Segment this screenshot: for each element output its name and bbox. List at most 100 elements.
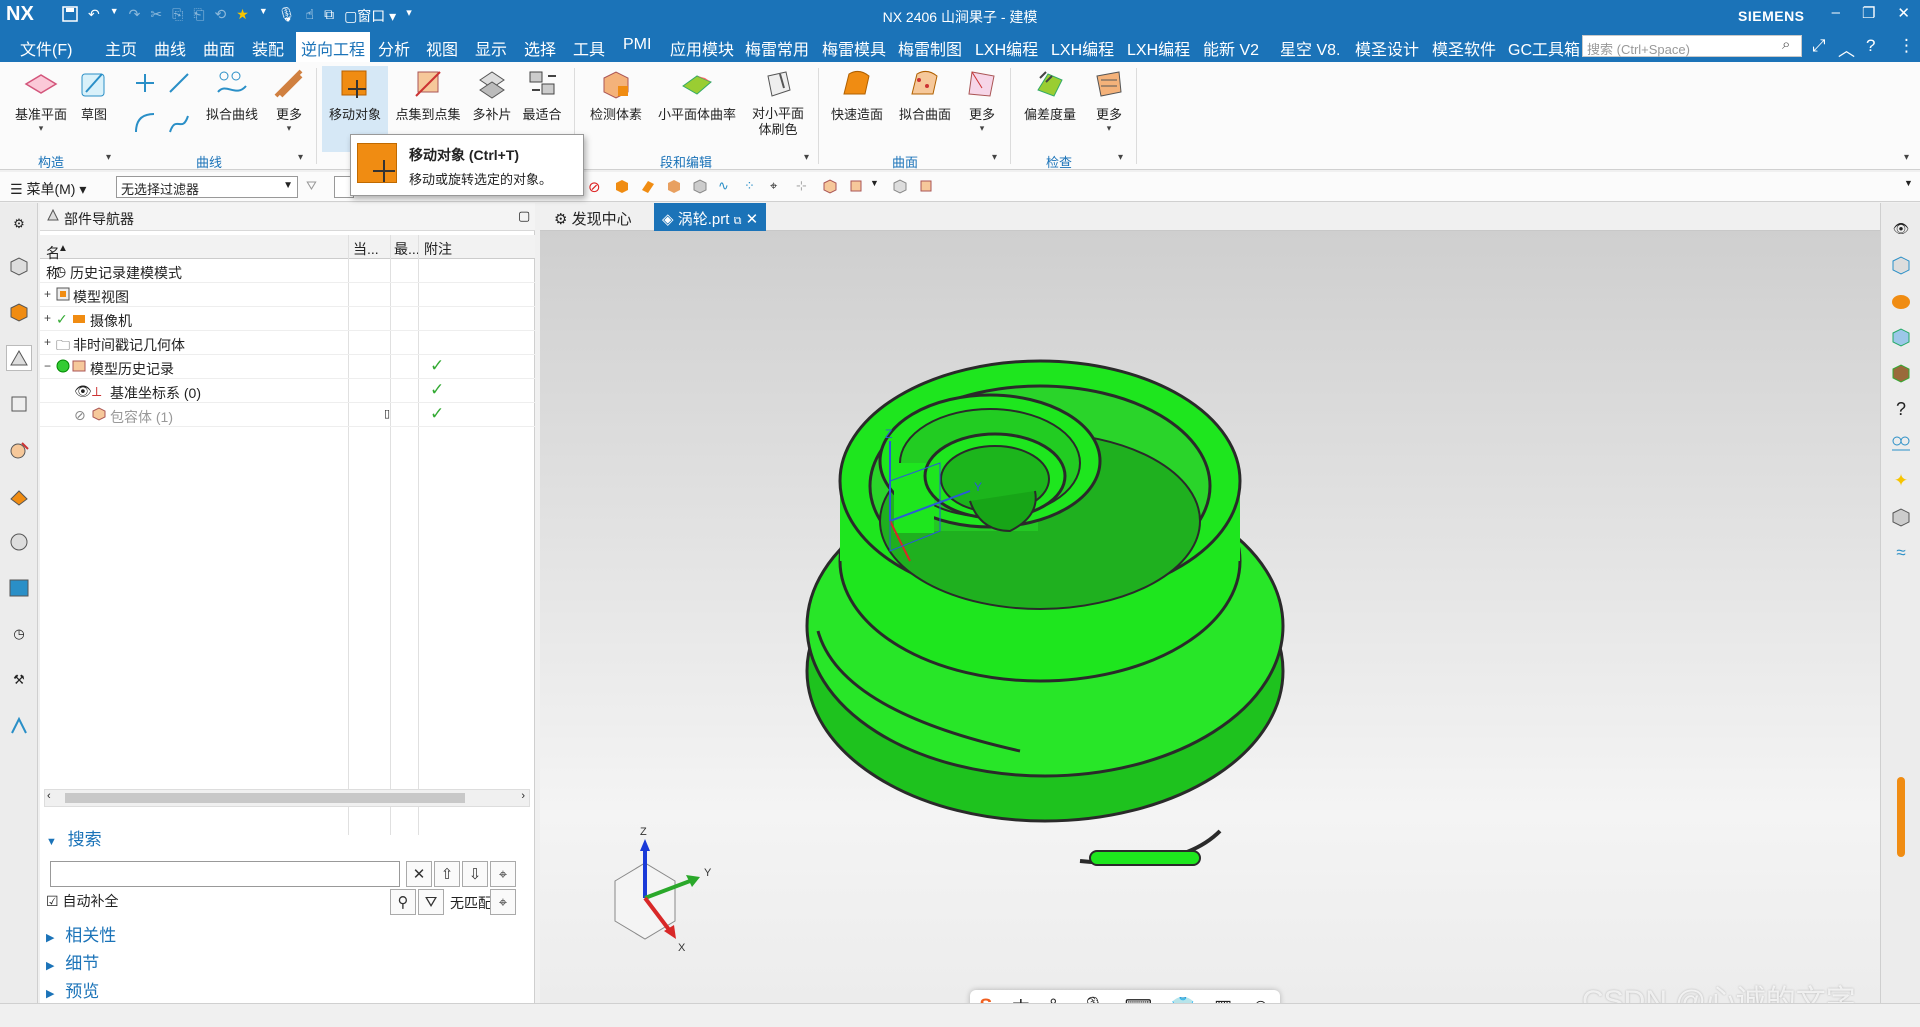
help-icon[interactable]: ?: [1866, 36, 1875, 56]
arc-icon[interactable]: [132, 110, 158, 136]
history-icon[interactable]: ◷: [6, 621, 32, 647]
tab-surface[interactable]: 曲面: [203, 36, 235, 60]
highlight-icon[interactable]: ✦: [1887, 467, 1915, 495]
tab-select[interactable]: 选择: [524, 36, 556, 60]
sketch-button[interactable]: 草图: [76, 66, 112, 123]
tab-pmi[interactable]: PMI: [623, 36, 651, 54]
line-icon[interactable]: [166, 70, 192, 96]
match-locate-button[interactable]: ⌖: [490, 889, 516, 915]
body-select-icon[interactable]: [614, 178, 632, 196]
search-locate-button[interactable]: ⌖: [490, 861, 516, 887]
tab-mosheng-design[interactable]: 模圣设计: [1355, 36, 1419, 60]
eye-icon[interactable]: 👁: [74, 383, 92, 400]
system-materials-icon[interactable]: ⚒: [6, 667, 32, 693]
web-browser-icon[interactable]: [6, 529, 32, 555]
more-options-icon[interactable]: ⋮: [1898, 36, 1915, 56]
group-segment-edit-dropdown[interactable]: ▾: [804, 152, 809, 163]
part-select-icon[interactable]: [918, 178, 936, 196]
expand-icon[interactable]: +: [44, 311, 51, 325]
filter-reset-icon[interactable]: ⛛: [306, 178, 324, 196]
tab-lxh-1[interactable]: LXH编程: [975, 36, 1038, 60]
search-next-button[interactable]: ⇩: [462, 861, 488, 887]
quick-surface-button[interactable]: 快速造面: [826, 66, 888, 123]
restore-button[interactable]: ❐: [1862, 4, 1875, 22]
snap-off-icon[interactable]: ⊹: [796, 178, 814, 196]
navigator-search-input[interactable]: [50, 861, 400, 887]
search-option-icon[interactable]: ⚲: [390, 889, 416, 915]
minimize-button[interactable]: –: [1832, 4, 1840, 22]
selection-filter-dropdown[interactable]: 无选择过滤器 ▼: [116, 176, 298, 198]
multi-patch-button[interactable]: 多补片: [470, 66, 514, 123]
expand-icon[interactable]: +: [44, 287, 51, 301]
tab-analysis[interactable]: 分析: [378, 36, 410, 60]
relevance-section-header[interactable]: ▶ 相关性: [46, 921, 116, 946]
navigator-horizontal-scrollbar[interactable]: ‹ ›: [44, 789, 530, 807]
role-icon[interactable]: [6, 713, 32, 739]
tree-row-model-views[interactable]: + 模型视图: [40, 283, 535, 307]
body-cube-icon[interactable]: [1887, 503, 1915, 531]
settings-icon[interactable]: ⚙: [6, 211, 32, 237]
collapse-ribbon-icon[interactable]: ︿: [1838, 36, 1855, 61]
material-icon[interactable]: [1887, 359, 1915, 387]
tab-assembly[interactable]: 装配: [252, 36, 284, 60]
tree-row-non-timestamp[interactable]: + 🗀 非时间戳记几何体: [40, 331, 535, 355]
tree-row-bounding-body[interactable]: ⊘ 包容体 (1) ▯ ✓: [40, 403, 535, 427]
part-view-icon[interactable]: [1887, 251, 1915, 279]
tree-row-cameras[interactable]: + ✓ 摄像机: [40, 307, 535, 331]
tab-xingkong[interactable]: 星空 V8.: [1280, 36, 1340, 60]
part-nav-cube-icon[interactable]: [6, 253, 32, 279]
check-body-button[interactable]: 检测体素: [584, 66, 648, 123]
spline-icon[interactable]: [166, 110, 192, 136]
tab-display[interactable]: 显示: [475, 36, 507, 60]
datum-plane-button[interactable]: 基准平面 ▾: [10, 66, 72, 134]
column-note[interactable]: 附注: [424, 239, 452, 259]
column-current[interactable]: 当...: [353, 239, 379, 259]
scroll-right-icon[interactable]: ›: [521, 790, 525, 802]
ribbon-options-dropdown[interactable]: ▾: [1904, 152, 1909, 163]
tab-nengxin[interactable]: 能新 V2: [1203, 36, 1259, 60]
fit-curve-button[interactable]: 拟合曲线: [200, 66, 264, 123]
reuse-library-icon[interactable]: [6, 437, 32, 463]
scroll-left-icon[interactable]: ‹: [47, 790, 51, 802]
close-tab-icon[interactable]: ✕: [746, 211, 759, 228]
points-to-pointset-button[interactable]: 点集到点集: [392, 66, 464, 123]
turbine-model[interactable]: [805, 359, 1285, 866]
point-select-icon[interactable]: ⁘: [744, 178, 762, 196]
search-icon[interactable]: ⌕: [1782, 36, 1790, 53]
tree-row-history-mode[interactable]: ◷ 历史记录建模模式: [40, 259, 535, 283]
more-curve-button[interactable]: 更多 ▾: [270, 66, 308, 134]
curve-select-icon[interactable]: ∿: [718, 178, 736, 196]
clear-search-button[interactable]: ✕: [406, 861, 432, 887]
undock-icon[interactable]: ⧉: [734, 215, 742, 227]
maximize-panel-icon[interactable]: ▢: [518, 208, 530, 224]
tab-view[interactable]: 视图: [426, 36, 458, 60]
solid-select-icon[interactable]: [666, 178, 684, 196]
history-palette-icon[interactable]: [6, 575, 32, 601]
tab-discovery-center[interactable]: ⚙ 发现中心: [546, 203, 640, 231]
wave-icon[interactable]: ≈: [1887, 539, 1915, 567]
tab-lxh-3[interactable]: LXH编程: [1127, 36, 1190, 60]
command-search-input[interactable]: 搜索 (Ctrl+Space): [1582, 35, 1802, 57]
tab-meilei-common[interactable]: 梅雷常用: [745, 36, 809, 60]
tab-reverse-engineering[interactable]: 逆向工程: [296, 32, 371, 66]
best-fit-button[interactable]: 最适合: [520, 66, 564, 123]
eye-hidden-icon[interactable]: ⊘: [74, 407, 86, 424]
tab-meilei-drafting[interactable]: 梅雷制图: [898, 36, 962, 60]
relations-icon[interactable]: [1887, 431, 1915, 459]
feature-select-icon[interactable]: [848, 178, 866, 196]
tab-curve[interactable]: 曲线: [154, 36, 186, 60]
sheet-select-icon[interactable]: [692, 178, 710, 196]
assembly-nav-icon[interactable]: [6, 299, 32, 325]
graphics-window[interactable]: Z Y Z Y X: [540, 231, 1880, 1003]
tab-lxh-2[interactable]: LXH编程: [1051, 36, 1114, 60]
tab-meilei-mold[interactable]: 梅雷模具: [822, 36, 886, 60]
no-select-icon[interactable]: ⊘: [588, 178, 606, 196]
search-filter-icon[interactable]: ⛛: [418, 889, 444, 915]
fit-surface-button[interactable]: 拟合曲面: [894, 66, 956, 123]
close-button[interactable]: ✕: [1897, 4, 1910, 22]
constraint-nav-icon[interactable]: [6, 391, 32, 417]
column-latest[interactable]: 最...: [394, 239, 420, 259]
feature-select-dropdown[interactable]: ▼: [870, 178, 888, 196]
preview-section-header[interactable]: ▶ 预览: [46, 977, 99, 1002]
part-navigator-tab-icon[interactable]: [6, 345, 32, 371]
